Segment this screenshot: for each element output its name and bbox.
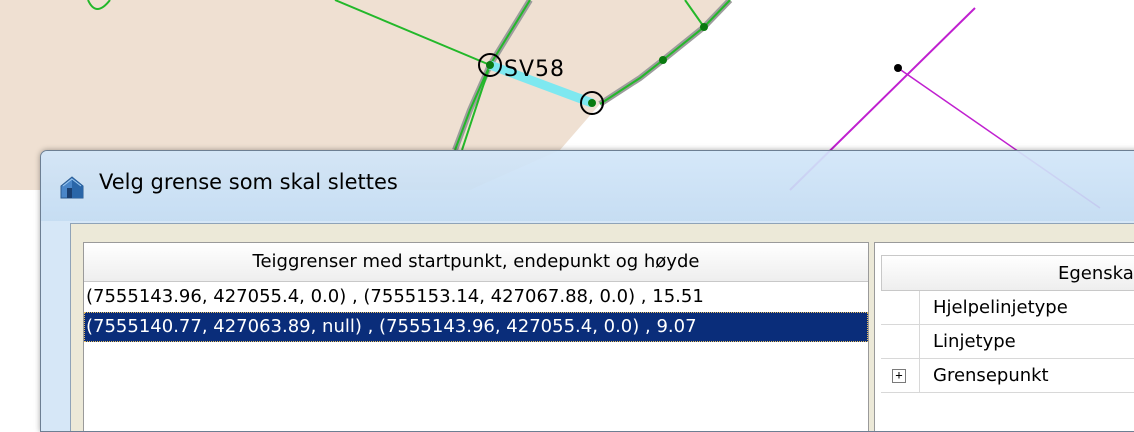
properties-panel: Egenska Hjelpelinjetype Linjetype + Gren… — [874, 242, 1134, 431]
list-item[interactable]: (7555143.96, 427055.4, 0.0) , (7555153.1… — [84, 282, 868, 312]
delete-boundary-dialog: Velg grense som skal slettes Teiggrenser… — [40, 150, 1134, 432]
property-row-hjelpelinjetype[interactable]: Hjelpelinjetype — [881, 291, 1134, 325]
vertex-point — [659, 56, 667, 64]
property-label: Hjelpelinjetype — [933, 297, 1068, 318]
boundary-list[interactable]: Teiggrenser med startpunkt, endepunkt og… — [83, 242, 869, 431]
properties-header[interactable]: Egenska — [881, 255, 1134, 291]
vertex-point — [700, 23, 708, 31]
vertex-point — [894, 64, 902, 72]
dialog-titlebar[interactable]: Velg grense som skal slettes — [41, 151, 1134, 221]
property-label: Linjetype — [933, 331, 1016, 352]
dialog-content: Teiggrenser med startpunkt, endepunkt og… — [70, 223, 1134, 431]
dialog-title: Velg grense som skal slettes — [99, 170, 398, 194]
expand-plus-icon[interactable]: + — [892, 369, 906, 383]
point-label: SV58 — [504, 57, 565, 82]
property-row-grensepunkt[interactable]: + Grensepunkt — [881, 359, 1134, 393]
house-icon — [60, 176, 84, 199]
property-row-linjetype[interactable]: Linjetype — [881, 325, 1134, 359]
list-item-selected[interactable]: (7555140.77, 427063.89, null) , (7555143… — [84, 312, 868, 342]
list-column-header[interactable]: Teiggrenser med startpunkt, endepunkt og… — [84, 243, 868, 282]
property-label: Grensepunkt — [933, 365, 1049, 386]
